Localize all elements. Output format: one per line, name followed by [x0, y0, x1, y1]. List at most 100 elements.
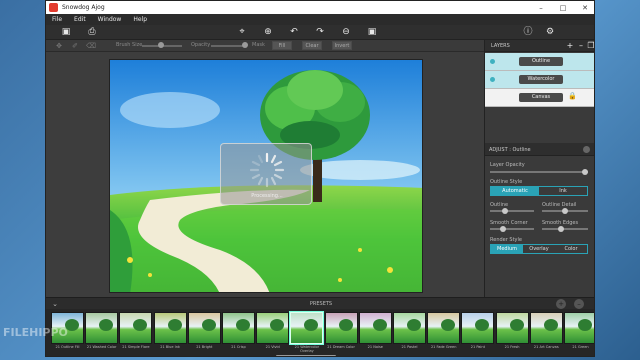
- menu-window[interactable]: Window: [98, 16, 122, 23]
- fill-button[interactable]: Fill: [272, 41, 292, 50]
- add-layer-icon[interactable]: +: [565, 41, 575, 51]
- title-bar: Snowdog Ajog – □ ✕: [46, 1, 594, 14]
- layer-outline[interactable]: Outline: [485, 53, 594, 71]
- preset-thumb[interactable]: 21 Fade Green: [427, 312, 461, 356]
- preset-caption: 21 Outline Fill: [55, 345, 80, 349]
- outline-detail-knob[interactable]: [562, 208, 568, 214]
- smooth-edges-knob[interactable]: [558, 226, 564, 232]
- right-panel: LAYERS + – ❐ Outline Watercolor Canvas 🔒…: [484, 40, 594, 297]
- opacity-knob[interactable]: [242, 42, 248, 48]
- smooth-corner-knob[interactable]: [500, 226, 506, 232]
- smooth-edges-slider[interactable]: [542, 228, 588, 230]
- minimize-icon[interactable]: –: [530, 1, 552, 14]
- presets-scrollbar[interactable]: [276, 355, 336, 356]
- presets-label: PRESETS: [309, 301, 333, 307]
- loading-spinner-icon: [249, 152, 285, 188]
- preset-thumbnail-image: [427, 312, 461, 344]
- invert-button[interactable]: Invert: [332, 41, 352, 50]
- remove-preset-icon[interactable]: –: [574, 299, 584, 309]
- outline-slider[interactable]: [490, 210, 534, 212]
- presets-strip: 21 Outline Fill 21 Washed Color 21 Simple …: [46, 309, 594, 356]
- menu-file[interactable]: File: [52, 16, 62, 23]
- render-style-label: Render Style: [490, 237, 522, 243]
- preset-thumbnail-image: [153, 312, 187, 344]
- processing-overlay: Processing...: [220, 143, 312, 205]
- render-style-color[interactable]: Color: [555, 245, 587, 253]
- zoom-out-icon[interactable]: ⊖: [340, 27, 352, 38]
- preset-thumb[interactable]: 21 Noise: [358, 312, 392, 356]
- settings-icon[interactable]: ⚙: [544, 27, 556, 38]
- layer-watercolor[interactable]: Watercolor: [485, 71, 594, 89]
- layer-opacity-label: Layer Opacity: [490, 162, 525, 168]
- preset-thumb[interactable]: 21 Crisp: [222, 312, 255, 356]
- preset-thumbnail-image: [119, 312, 153, 344]
- preset-caption: 21 Crisp: [231, 345, 246, 349]
- clear-button[interactable]: Clear: [302, 41, 322, 50]
- undo-icon[interactable]: ↶: [288, 27, 300, 38]
- preset-caption: 21 Pastel: [401, 345, 418, 349]
- collapse-chevron-icon[interactable]: ⌄: [50, 299, 60, 309]
- preset-caption: 21 Noise: [367, 345, 383, 349]
- maximize-icon[interactable]: □: [552, 1, 574, 14]
- preset-thumbnail-image: [256, 312, 290, 344]
- layer-visible-icon[interactable]: [490, 77, 495, 82]
- menu-edit[interactable]: Edit: [74, 16, 86, 23]
- brush-size-knob[interactable]: [158, 42, 164, 48]
- layer-opacity-knob[interactable]: [582, 169, 588, 175]
- preset-thumbnail-image: [461, 312, 495, 344]
- preset-thumb[interactable]: 21 Fresh: [495, 312, 529, 356]
- outline-style-ink[interactable]: Ink: [539, 187, 587, 195]
- opacity-slider[interactable]: [211, 45, 246, 47]
- layer-opacity-slider[interactable]: [490, 171, 588, 173]
- preset-thumb[interactable]: 21 Green: [564, 312, 594, 356]
- layer-canvas[interactable]: Canvas 🔒: [485, 89, 594, 107]
- eraser-icon[interactable]: ⌫: [86, 41, 96, 51]
- preset-thumb[interactable]: 21 Simple Flare: [119, 312, 153, 356]
- preset-thumb[interactable]: 21 Pastel: [393, 312, 426, 356]
- preset-caption: 21 Blue Ink: [160, 345, 180, 349]
- zoom-in-icon[interactable]: ⊕: [262, 27, 274, 38]
- outline-style-automatic[interactable]: Automatic: [491, 187, 539, 195]
- preset-thumb[interactable]: 21 Dream Color: [324, 312, 358, 356]
- remove-layer-icon[interactable]: –: [576, 41, 586, 51]
- save-icon[interactable]: ⎙: [86, 27, 98, 38]
- preset-thumbnail-image: [564, 312, 594, 344]
- preset-thumbnail-image: [187, 312, 221, 344]
- preset-thumbnail-image: [324, 312, 358, 344]
- canvas-area[interactable]: Processing...: [46, 52, 484, 297]
- close-icon[interactable]: ✕: [574, 1, 594, 14]
- move-icon[interactable]: ✥: [54, 41, 64, 51]
- preset-thumb[interactable]: 21 Art Canvas: [529, 312, 563, 356]
- menu-help[interactable]: Help: [133, 16, 147, 23]
- mask-label: Mask: [252, 42, 265, 48]
- preset-thumbnail-image: [85, 312, 119, 344]
- outline-style-label: Outline Style: [490, 179, 523, 185]
- info-icon[interactable]: ⓘ: [522, 27, 534, 38]
- reset-icon[interactable]: [583, 146, 590, 153]
- brush-icon[interactable]: ✐: [70, 41, 80, 51]
- brush-toolbar: ✥ ✐ ⌫ Brush Size Opacity Mask Fill Clear…: [46, 40, 484, 52]
- crop-icon[interactable]: ⌖: [236, 27, 248, 38]
- add-preset-icon[interactable]: +: [556, 299, 566, 309]
- brush-size-label: Brush Size: [116, 42, 143, 48]
- preset-thumb[interactable]: 21 Washed Color: [85, 312, 119, 356]
- preset-thumb[interactable]: 21 Paint: [461, 312, 495, 356]
- duplicate-layer-icon[interactable]: ❐: [586, 41, 594, 51]
- preset-thumb[interactable]: 21 Bright: [187, 312, 221, 356]
- preset-caption: 21 Washed Color: [86, 345, 117, 349]
- fit-screen-icon[interactable]: ▣: [366, 27, 378, 38]
- preset-thumb[interactable]: 21 Vivid: [256, 312, 290, 356]
- render-style-toggle: Medium Overlay Color: [490, 244, 588, 254]
- preset-thumbnail-image: [529, 312, 563, 344]
- layer-visible-icon[interactable]: [490, 59, 495, 64]
- preset-thumb[interactable]: 21 Blue Ink: [153, 312, 187, 356]
- preset-thumbnail-image: [290, 312, 324, 344]
- redo-icon[interactable]: ↷: [314, 27, 326, 38]
- smooth-corner-slider[interactable]: [490, 228, 534, 230]
- open-image-icon[interactable]: ▣: [60, 27, 72, 38]
- preset-thumb[interactable]: 21 Watercolor Overlay: [290, 312, 324, 356]
- outline-knob[interactable]: [502, 208, 508, 214]
- render-style-overlay[interactable]: Overlay: [523, 245, 555, 253]
- render-style-medium[interactable]: Medium: [491, 245, 523, 253]
- preset-caption: 21 Vivid: [265, 345, 280, 349]
